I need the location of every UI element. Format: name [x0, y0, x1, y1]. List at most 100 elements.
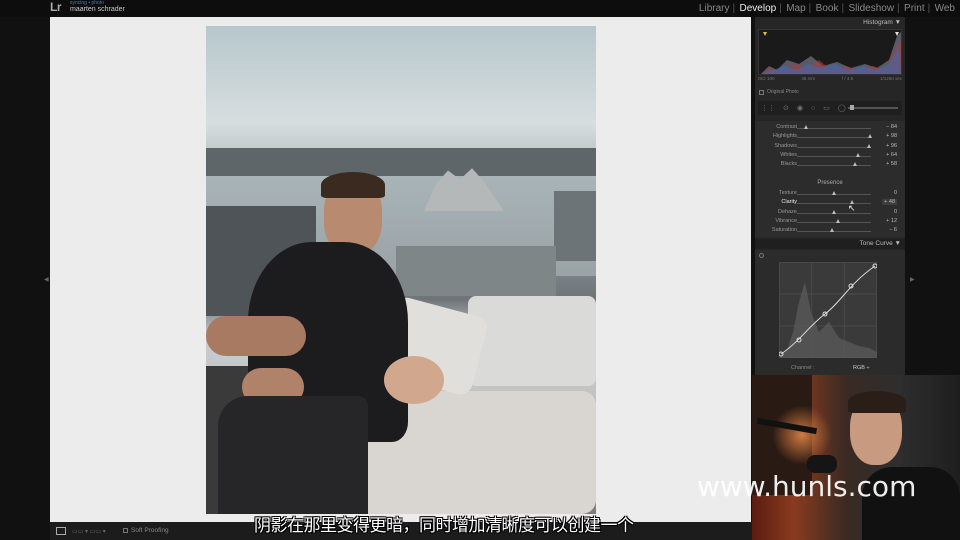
slider-value[interactable]: 0 [894, 209, 897, 215]
slider-track[interactable] [797, 203, 871, 205]
basic-panel: Contrast − 84 Highlights + 98 Shadows + 96 Whi… [755, 121, 905, 237]
checkbox-icon[interactable] [759, 89, 764, 95]
basic-slider-highlights[interactable]: Highlights + 98 [755, 133, 905, 142]
slider-label: Texture [778, 190, 797, 196]
tool-slider-knob[interactable] [850, 105, 854, 110]
loupe-view-icon[interactable] [56, 527, 66, 535]
photo-person-arm [206, 316, 306, 356]
right-panel-toggle-icon[interactable]: ▶ [910, 276, 915, 283]
crop-tool-icon[interactable]: ⊙ [783, 104, 789, 112]
slider-label: Whites [780, 151, 797, 158]
slider-knob[interactable] [829, 228, 834, 233]
tone-curve-graph[interactable] [779, 262, 877, 358]
photo-pier [396, 246, 556, 296]
presence-slider-clarity[interactable]: Clarity + 48 [755, 199, 905, 208]
webcam-overlay [752, 375, 960, 540]
slider-knob[interactable] [832, 191, 836, 195]
module-slideshow[interactable]: Slideshow [841, 3, 899, 14]
redeye-tool-icon[interactable]: ○ [811, 105, 815, 112]
slider-knob[interactable] [853, 162, 858, 167]
photo-preview[interactable] [206, 26, 596, 514]
left-panel-collapsed [0, 17, 50, 522]
module-print[interactable]: Print [897, 3, 930, 14]
slider-value[interactable]: − 84 [886, 124, 897, 130]
slider-track[interactable] [797, 155, 871, 157]
shutter-speed: 1/1250 sec [879, 76, 902, 81]
slider-track[interactable] [797, 128, 871, 129]
photo-right-building [554, 191, 596, 261]
histogram-graph [761, 32, 901, 74]
presence-slider-texture[interactable]: Texture 0 [755, 190, 905, 199]
presence-slider-saturation[interactable]: Saturation − 6 [755, 227, 905, 236]
slider-value[interactable]: + 98 [886, 133, 897, 139]
slider-knob[interactable] [832, 209, 836, 214]
right-panel: Histogram ▼ ISO 100 35 mm f / 4.5 1/1250… [755, 17, 905, 375]
slider-label: Highlights [772, 133, 797, 140]
tone-curve-panel: Channel : RGB ÷ [755, 250, 905, 375]
basic-slider-whites[interactable]: Whites + 64 [755, 152, 905, 161]
slider-value[interactable]: + 12 [886, 218, 897, 224]
slider-value[interactable]: + 64 [886, 152, 897, 158]
slider-label: Saturation [771, 227, 797, 234]
slider-knob[interactable] [803, 125, 808, 129]
lightroom-logo: Lr [50, 0, 62, 14]
slider-value[interactable]: 0 [894, 190, 897, 196]
webcam-person-hair [848, 391, 906, 413]
histogram-header[interactable]: Histogram ▼ [863, 19, 901, 26]
radial-filter-icon[interactable]: ◯ [838, 104, 846, 112]
channel-select[interactable]: RGB ÷ [853, 365, 869, 371]
spot-removal-icon[interactable]: ◉ [797, 104, 803, 112]
module-web[interactable]: Web [928, 3, 960, 14]
presence-title: Presence [817, 180, 843, 186]
module-library[interactable]: Library [694, 3, 735, 14]
slider-label: Clarity [781, 199, 797, 206]
soft-proofing-toggle[interactable]: Soft Proofing [123, 527, 169, 534]
tone-curve-title[interactable]: Tone Curve ▼ [860, 240, 901, 247]
slider-value[interactable]: + 58 [886, 161, 897, 167]
photo-skyline [206, 148, 596, 176]
presence-slider-vibrance[interactable]: Vibrance + 12 [755, 218, 905, 227]
slider-track[interactable] [797, 146, 871, 148]
basic-slider-shadows[interactable]: Shadows + 96 [755, 143, 905, 152]
original-photo-label: Original Photo [767, 89, 799, 95]
slider-knob[interactable] [855, 152, 860, 157]
slider-value[interactable]: − 6 [889, 227, 897, 233]
image-canvas[interactable] [50, 17, 751, 522]
graduated-filter-icon[interactable]: ▭ [823, 104, 830, 112]
compare-view-icons[interactable]: ▭▭ ▾ ▭▭ ▾ [72, 528, 106, 535]
targeted-adjustment-icon[interactable] [759, 253, 764, 258]
basic-slider-blacks[interactable]: Blacks + 58 [755, 161, 905, 170]
grid-tool-icon[interactable]: ⋮⋮ [761, 104, 775, 112]
tool-strip: ⋮⋮ ⊙ ◉ ○ ▭ ◯ [758, 101, 902, 115]
module-develop[interactable]: Develop [733, 3, 782, 14]
identity-plate: syncing • photo maarten schrader [70, 0, 125, 13]
channel-label: Channel : [791, 365, 815, 371]
presence-slider-dehaze[interactable]: Dehaze 0 [755, 209, 905, 218]
left-panel-toggle-icon[interactable]: ◀ [44, 276, 49, 283]
tool-slider[interactable] [848, 107, 898, 109]
slider-value[interactable]: + 96 [886, 143, 897, 149]
iso-value: ISO 100 [758, 76, 775, 81]
slider-track[interactable] [797, 165, 871, 167]
video-subtitle: 阴影在那里变得更暗，同时增加清晰度可以创建一个 [254, 516, 634, 536]
slider-knob[interactable] [836, 218, 841, 223]
photo-person-hair [321, 172, 385, 198]
soft-proofing-label: Soft Proofing [131, 527, 169, 534]
photo-person-legs [218, 396, 368, 514]
slider-track[interactable] [797, 221, 871, 223]
slider-knob[interactable] [867, 134, 872, 139]
original-photo-checkbox[interactable]: Original Photo [759, 89, 799, 95]
shadow-clipping-icon [763, 32, 767, 36]
slider-knob[interactable] [866, 143, 871, 148]
identity-name: maarten schrader [70, 6, 125, 13]
slider-label: Vibrance [775, 217, 797, 224]
slider-track[interactable] [797, 231, 871, 233]
tone-curve-header[interactable]: Tone Curve ▼ [755, 239, 905, 249]
slider-track[interactable] [797, 137, 871, 139]
slider-value[interactable]: + 48 [882, 199, 897, 206]
histogram[interactable] [758, 29, 902, 75]
module-map[interactable]: Map [779, 3, 810, 14]
module-book[interactable]: Book [809, 3, 844, 14]
soft-proofing-checkbox[interactable] [123, 528, 128, 533]
basic-slider-contrast[interactable]: Contrast − 84 [755, 124, 905, 133]
